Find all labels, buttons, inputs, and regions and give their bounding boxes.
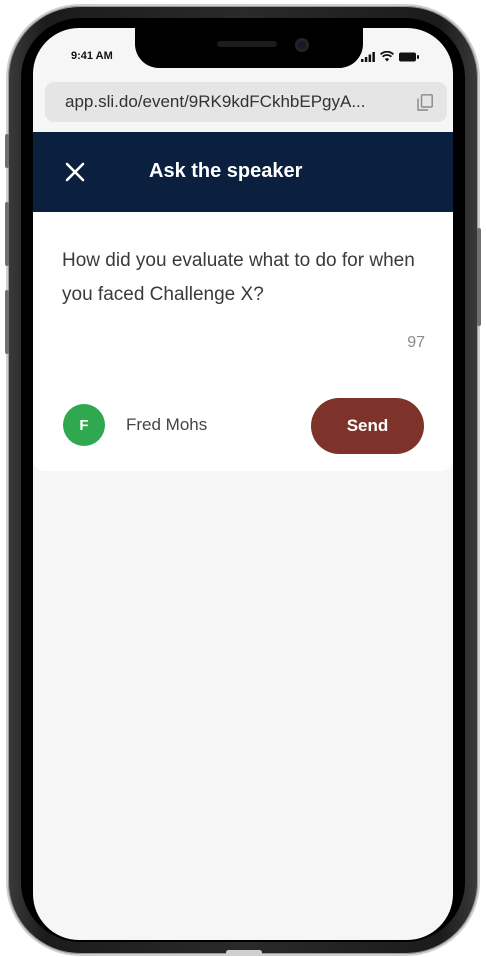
close-icon[interactable] bbox=[61, 158, 89, 186]
phone-screen: 9:41 AM app.sli.do/event/9RK9kdFCkhbEPgy… bbox=[33, 28, 453, 940]
cellular-signal-icon bbox=[361, 51, 375, 62]
send-button-label: Send bbox=[346, 416, 389, 435]
character-counter: 97 bbox=[407, 334, 425, 351]
question-input[interactable]: How did you evaluate what to do for when… bbox=[62, 244, 422, 312]
phone-volume-up-button bbox=[5, 202, 9, 266]
phone-volume-down-button bbox=[5, 290, 9, 354]
send-button[interactable]: Send bbox=[311, 398, 424, 454]
browser-url-bar[interactable]: app.sli.do/event/9RK9kdFCkhbEPgyA... bbox=[45, 82, 447, 122]
status-time: 9:41 AM bbox=[71, 50, 113, 62]
wifi-icon bbox=[380, 51, 394, 62]
phone-side-button bbox=[5, 134, 9, 168]
phone-frame: 9:41 AM app.sli.do/event/9RK9kdFCkhbEPgy… bbox=[5, 6, 481, 954]
app-header: Ask the speaker bbox=[33, 132, 453, 212]
url-text[interactable]: app.sli.do/event/9RK9kdFCkhbEPgyA... bbox=[65, 92, 366, 112]
phone-power-button bbox=[477, 228, 481, 326]
front-camera bbox=[295, 38, 309, 52]
header-title: Ask the speaker bbox=[149, 160, 303, 182]
copy-icon[interactable] bbox=[417, 94, 433, 111]
home-indicator bbox=[226, 950, 262, 955]
avatar-initial: F bbox=[79, 416, 89, 434]
battery-icon bbox=[399, 52, 419, 61]
question-card: How did you evaluate what to do for when… bbox=[33, 212, 453, 471]
author-name[interactable]: Fred Mohs bbox=[126, 415, 207, 435]
avatar: F bbox=[63, 404, 105, 446]
notch bbox=[135, 28, 363, 68]
status-icons bbox=[361, 51, 419, 62]
speaker-grille bbox=[217, 41, 277, 47]
